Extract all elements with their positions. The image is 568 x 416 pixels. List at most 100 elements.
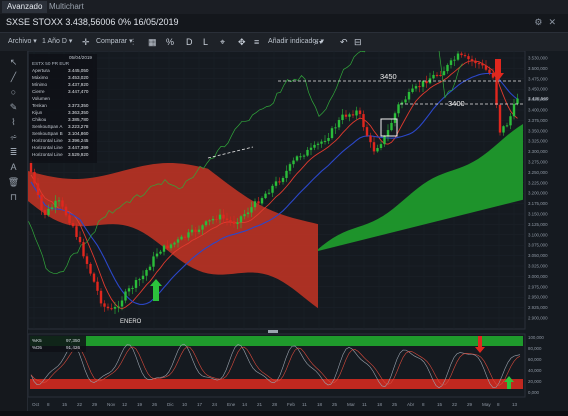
candle-body xyxy=(120,300,124,307)
list-icon[interactable]: ≡ xyxy=(254,36,259,48)
candle-body xyxy=(201,225,204,230)
candle-body xyxy=(344,114,348,117)
candle-body xyxy=(190,229,194,233)
lock-icon[interactable]: ⊟ xyxy=(354,36,362,48)
candle-body xyxy=(47,208,50,215)
settings-icon[interactable]: ⚙ xyxy=(534,17,548,27)
info-value: 3.447,399 xyxy=(68,145,89,150)
info-panel: 05/04/2019 ESTX 50 PR EUR Apertura 3.445,… xyxy=(29,54,97,163)
fibonacci-icon[interactable]: ⩫ xyxy=(7,131,20,144)
candle-body xyxy=(180,236,183,240)
candle-body xyxy=(89,263,92,274)
period-select[interactable]: 1 Año D ▾ xyxy=(42,36,72,48)
candle-body xyxy=(82,242,85,257)
osc-d-value: 91,426 xyxy=(66,345,80,350)
candle-body xyxy=(309,147,313,150)
candle-body xyxy=(267,192,271,194)
time-tick: 21 xyxy=(257,402,263,407)
pane-splitter-handle[interactable] xyxy=(268,330,278,333)
osc-tick: 80,000 xyxy=(528,346,542,351)
info-value: 3.445,050 xyxy=(68,68,89,73)
candle-body xyxy=(512,103,516,117)
candle-body xyxy=(306,149,309,156)
candle-body xyxy=(278,181,281,183)
candle-body xyxy=(75,226,78,237)
price-tick: 2.950,000 xyxy=(528,295,548,300)
candle-body xyxy=(127,288,131,292)
price-chart-svg[interactable]: 3450 3400 ENERO 05/04/2019 ESTX 50 PR EU… xyxy=(27,18,568,411)
time-tick: 11 xyxy=(302,402,307,407)
info-date: 05/04/2019 xyxy=(69,55,92,60)
candle-body xyxy=(502,126,505,133)
tab-multichart[interactable]: Multichart xyxy=(44,1,89,13)
percent-icon[interactable]: % xyxy=(166,36,174,48)
crosshair-tool-icon[interactable]: ⌖ xyxy=(220,36,225,48)
time-tick: 25 xyxy=(392,402,398,407)
chart-area[interactable]: 3450 3400 ENERO 05/04/2019 ESTX 50 PR EU… xyxy=(27,18,568,411)
price-tick: 3.475,000 xyxy=(528,76,548,81)
info-label: Horizontal Line xyxy=(32,138,63,143)
text-tool-icon[interactable]: A xyxy=(7,161,20,174)
time-tick: Abr xyxy=(407,402,415,407)
levels-icon[interactable]: ≣ xyxy=(7,146,20,159)
line-tool-icon[interactable]: ╱ xyxy=(7,71,20,84)
candle-body xyxy=(365,127,369,136)
candle-body xyxy=(505,125,509,127)
candle-body xyxy=(460,53,463,56)
info-label: Horizontal Line xyxy=(32,152,63,157)
compare-menu[interactable]: Comparar ▾ xyxy=(96,36,133,48)
magnet-icon[interactable]: ⊓ xyxy=(7,191,20,204)
time-tick: 29 xyxy=(92,402,98,407)
brush-icon[interactable]: ⌇ xyxy=(7,116,20,129)
time-tick: Nov xyxy=(107,402,116,407)
candle-body xyxy=(404,99,407,103)
candle-body xyxy=(488,69,491,73)
archivo-menu[interactable]: Archivo ▾ xyxy=(8,36,37,48)
crosshair-icon[interactable]: ✛ xyxy=(82,36,90,48)
candle-body xyxy=(225,218,229,220)
info-label: Máximo xyxy=(32,75,49,80)
pencil-icon[interactable]: ✎ xyxy=(7,101,20,114)
oscillator-legend: %K5 97,350 %D5 91,426 xyxy=(30,336,86,352)
close-icon[interactable]: ✕ xyxy=(548,17,562,27)
candle-body xyxy=(453,59,456,61)
price-tick: 3.375,000 xyxy=(528,118,548,123)
info-label: Horizontal Line xyxy=(32,145,63,150)
candle-body xyxy=(152,256,155,267)
period-label: 1 Año D xyxy=(42,38,67,45)
zoom-icon[interactable]: ⌕▾ xyxy=(314,36,323,48)
time-tick: 8 xyxy=(422,402,425,407)
line-icon[interactable]: L xyxy=(203,36,208,48)
chart-type-icon[interactable]: ⫶ xyxy=(132,36,134,48)
move-icon[interactable]: ✥ xyxy=(238,36,246,48)
level-label-3400: 3400 xyxy=(448,99,465,108)
candle-body xyxy=(54,200,57,208)
price-tick: 2.975,000 xyxy=(528,284,548,289)
candle-body xyxy=(78,236,82,243)
candle-body xyxy=(236,222,239,224)
info-value: 3.447,470 xyxy=(68,89,89,94)
undo-icon[interactable]: ↶ xyxy=(340,36,348,48)
candle-body xyxy=(148,266,152,270)
grid-icon[interactable]: ▦ xyxy=(148,36,157,48)
trash-icon[interactable]: 🗑 xyxy=(7,176,20,189)
candle-body xyxy=(173,242,176,245)
price-tick: 3.225,000 xyxy=(528,180,548,185)
candle-body xyxy=(358,110,362,115)
last-price: 3.438,56006 xyxy=(65,17,116,27)
candle-body xyxy=(397,104,400,114)
price-tick: 3.400,000 xyxy=(528,108,548,113)
candle-body xyxy=(208,220,211,222)
cursor-icon[interactable]: ↖ xyxy=(7,56,20,69)
price-tick: 3.025,000 xyxy=(528,264,548,269)
circle-tool-icon[interactable]: ○ xyxy=(7,86,20,99)
candle-body xyxy=(145,269,148,276)
osc-tick: 40,000 xyxy=(528,368,542,373)
osc-k-label: %K5 xyxy=(32,338,42,343)
daily-icon[interactable]: D xyxy=(186,36,193,48)
candle-body xyxy=(285,170,288,178)
time-tick: 26 xyxy=(152,402,158,407)
candle-body xyxy=(292,160,295,165)
tab-avanzado[interactable]: Avanzado xyxy=(2,1,48,13)
osc-d-label: %D5 xyxy=(32,345,42,350)
